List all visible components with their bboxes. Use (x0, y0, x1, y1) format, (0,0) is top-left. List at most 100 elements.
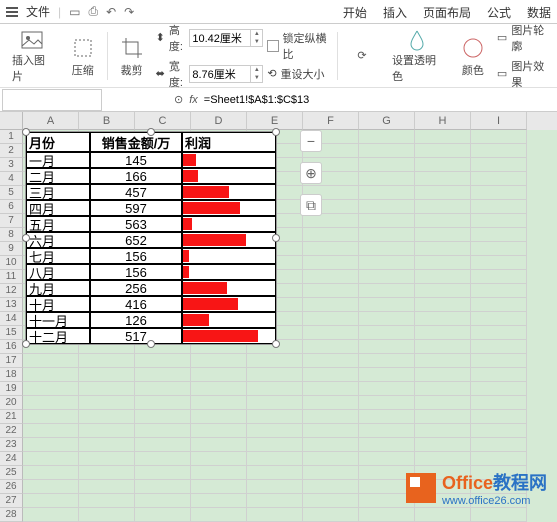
print-icon[interactable]: ⎙ (88, 4, 98, 19)
tab-data[interactable]: 数据 (527, 4, 551, 21)
compress-button[interactable]: 压缩 (63, 28, 103, 84)
column-header[interactable]: F (303, 112, 359, 130)
row-header[interactable]: 26 (0, 480, 23, 494)
resize-handle[interactable] (147, 340, 155, 348)
reset-icon: ⟲ (267, 67, 276, 80)
row-header[interactable]: 2 (0, 144, 23, 158)
row-header[interactable]: 4 (0, 172, 23, 186)
resize-handle[interactable] (147, 128, 155, 136)
row-header[interactable]: 1 (0, 130, 23, 144)
file-menu[interactable]: 文件 (26, 3, 50, 20)
color-button[interactable]: 颜色 (453, 28, 493, 84)
menu-icon[interactable] (6, 7, 18, 17)
name-box[interactable] (2, 89, 102, 111)
table-header: 利润 (182, 132, 276, 152)
column-header[interactable]: G (359, 112, 415, 130)
select-all-corner[interactable] (0, 112, 23, 130)
watermark: Office教程网 www.office26.com (406, 469, 547, 507)
row-header[interactable]: 28 (0, 508, 23, 522)
rotate-button[interactable]: ⟳ (342, 28, 382, 84)
table-row: 三月457 (26, 184, 276, 200)
resize-handle[interactable] (22, 234, 30, 242)
column-header[interactable]: D (191, 112, 247, 130)
table-row: 一月145 (26, 152, 276, 168)
row-header[interactable]: 16 (0, 340, 23, 354)
tab-formula[interactable]: 公式 (487, 4, 511, 21)
width-spinner[interactable]: ▲▼ (189, 65, 263, 83)
undo-icon[interactable]: ↶ (106, 5, 116, 19)
row-header[interactable]: 18 (0, 368, 23, 382)
width-label: 宽度: (169, 58, 185, 90)
transparency-button[interactable]: 设置透明色 (386, 28, 449, 84)
height-label: 高度: (169, 22, 185, 54)
column-header[interactable]: H (415, 112, 471, 130)
table-row: 六月652 (26, 232, 276, 248)
embedded-table-object[interactable]: 月份 销售金额/万 利润 一月145二月166三月457四月597五月563六月… (25, 131, 277, 345)
cell-grid[interactable]: 月份 销售金额/万 利润 一月145二月166三月457四月597五月563六月… (23, 130, 557, 522)
save-icon[interactable]: ▭ (69, 5, 80, 19)
row-header[interactable]: 7 (0, 214, 23, 228)
minus-tool[interactable]: − (300, 130, 322, 152)
resize-handle[interactable] (22, 128, 30, 136)
zoom-tool[interactable]: ⊕ (300, 162, 322, 184)
height-icon: ⬍ (156, 31, 165, 44)
row-header[interactable]: 17 (0, 354, 23, 368)
tab-layout[interactable]: 页面布局 (423, 4, 471, 21)
tab-insert[interactable]: 插入 (383, 4, 407, 21)
table-row: 九月256 (26, 280, 276, 296)
spreadsheet: 1234567891011121314151617181920212223242… (0, 112, 557, 522)
row-header[interactable]: 24 (0, 452, 23, 466)
picture-outline-button[interactable]: ▭图片轮廓 (497, 22, 551, 54)
redo-icon[interactable]: ↷ (124, 5, 134, 19)
formula-bar: ⊙ fx (0, 88, 557, 112)
office-logo-icon (406, 473, 436, 503)
resize-handle[interactable] (272, 128, 280, 136)
row-header[interactable]: 15 (0, 326, 23, 340)
compress-icon (69, 34, 97, 62)
column-header[interactable]: C (135, 112, 191, 130)
row-header[interactable]: 9 (0, 242, 23, 256)
crop-button[interactable]: 裁剪 (112, 28, 152, 84)
width-icon: ⬌ (156, 67, 165, 80)
table-row: 七月156 (26, 248, 276, 264)
row-header[interactable]: 11 (0, 270, 23, 284)
row-header[interactable]: 19 (0, 382, 23, 396)
row-header[interactable]: 12 (0, 284, 23, 298)
table-row: 八月156 (26, 264, 276, 280)
row-header[interactable]: 20 (0, 396, 23, 410)
row-header[interactable]: 6 (0, 200, 23, 214)
resize-handle[interactable] (22, 340, 30, 348)
reset-size-button[interactable]: ⟲重设大小 (267, 66, 333, 82)
table-row: 四月597 (26, 200, 276, 216)
row-header[interactable]: 25 (0, 466, 23, 480)
row-header[interactable]: 10 (0, 256, 23, 270)
height-spinner[interactable]: ▲▼ (189, 29, 263, 47)
column-header[interactable]: I (471, 112, 527, 130)
row-header[interactable]: 13 (0, 298, 23, 312)
formula-input[interactable] (204, 94, 404, 106)
fx-icon[interactable]: ⊙ (174, 93, 183, 106)
row-header[interactable]: 27 (0, 494, 23, 508)
row-header[interactable]: 23 (0, 438, 23, 452)
lock-ratio-label: 锁定纵横比 (283, 30, 334, 62)
rotate-icon: ⟳ (348, 42, 376, 70)
resize-handle[interactable] (272, 234, 280, 242)
row-header[interactable]: 21 (0, 410, 23, 424)
lock-ratio-checkbox[interactable] (267, 40, 278, 52)
row-header[interactable]: 3 (0, 158, 23, 172)
palette-icon (459, 34, 487, 62)
picture-effect-button[interactable]: ▭图片效果 (497, 58, 551, 90)
tab-start[interactable]: 开始 (343, 4, 367, 21)
row-header[interactable]: 8 (0, 228, 23, 242)
row-header[interactable]: 14 (0, 312, 23, 326)
effect-icon: ▭ (497, 67, 507, 80)
picture-icon (18, 28, 46, 52)
insert-picture-button[interactable]: 插入图片 (6, 28, 59, 84)
resize-handle[interactable] (272, 340, 280, 348)
column-header[interactable]: B (79, 112, 135, 130)
crop-tool[interactable]: ⧉ (300, 194, 322, 216)
table-row: 二月166 (26, 168, 276, 184)
row-header[interactable]: 22 (0, 424, 23, 438)
row-header[interactable]: 5 (0, 186, 23, 200)
column-header[interactable]: A (23, 112, 79, 130)
